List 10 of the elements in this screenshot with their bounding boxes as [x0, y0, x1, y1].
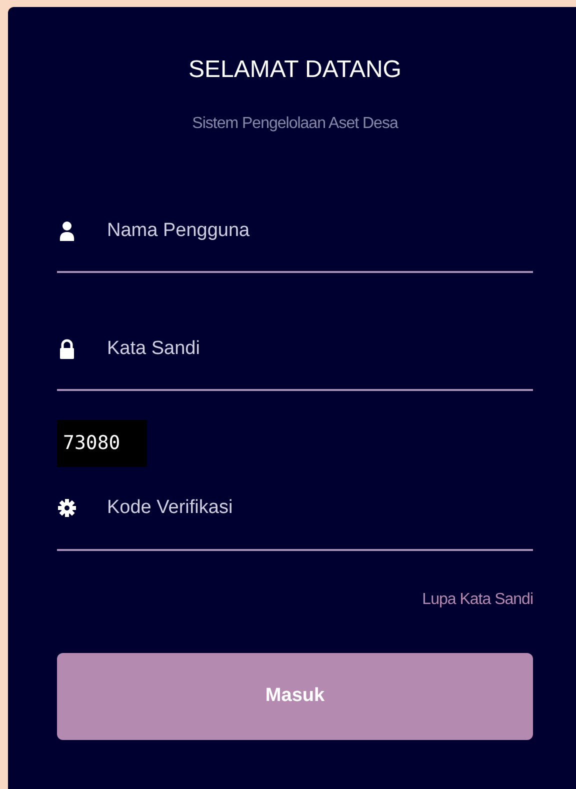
- input-field[interactable]: Nama Pengguna: [107, 216, 533, 246]
- login-title: SELAMAT DATANG: [188, 55, 402, 85]
- login-subtitle: Sistem Pengelolaan Aset Desa: [191, 114, 400, 134]
- lock-icon: [59, 339, 75, 359]
- user-icon: [59, 221, 75, 241]
- forgot-password-link[interactable]: Lupa Kata Sandi: [422, 589, 533, 611]
- input-field[interactable]: Kode Verifikasi: [107, 494, 533, 522]
- input-field[interactable]: Kata Sandi: [107, 334, 533, 364]
- captcha-code: 73080: [57, 420, 147, 467]
- settings-icon: [58, 499, 76, 517]
